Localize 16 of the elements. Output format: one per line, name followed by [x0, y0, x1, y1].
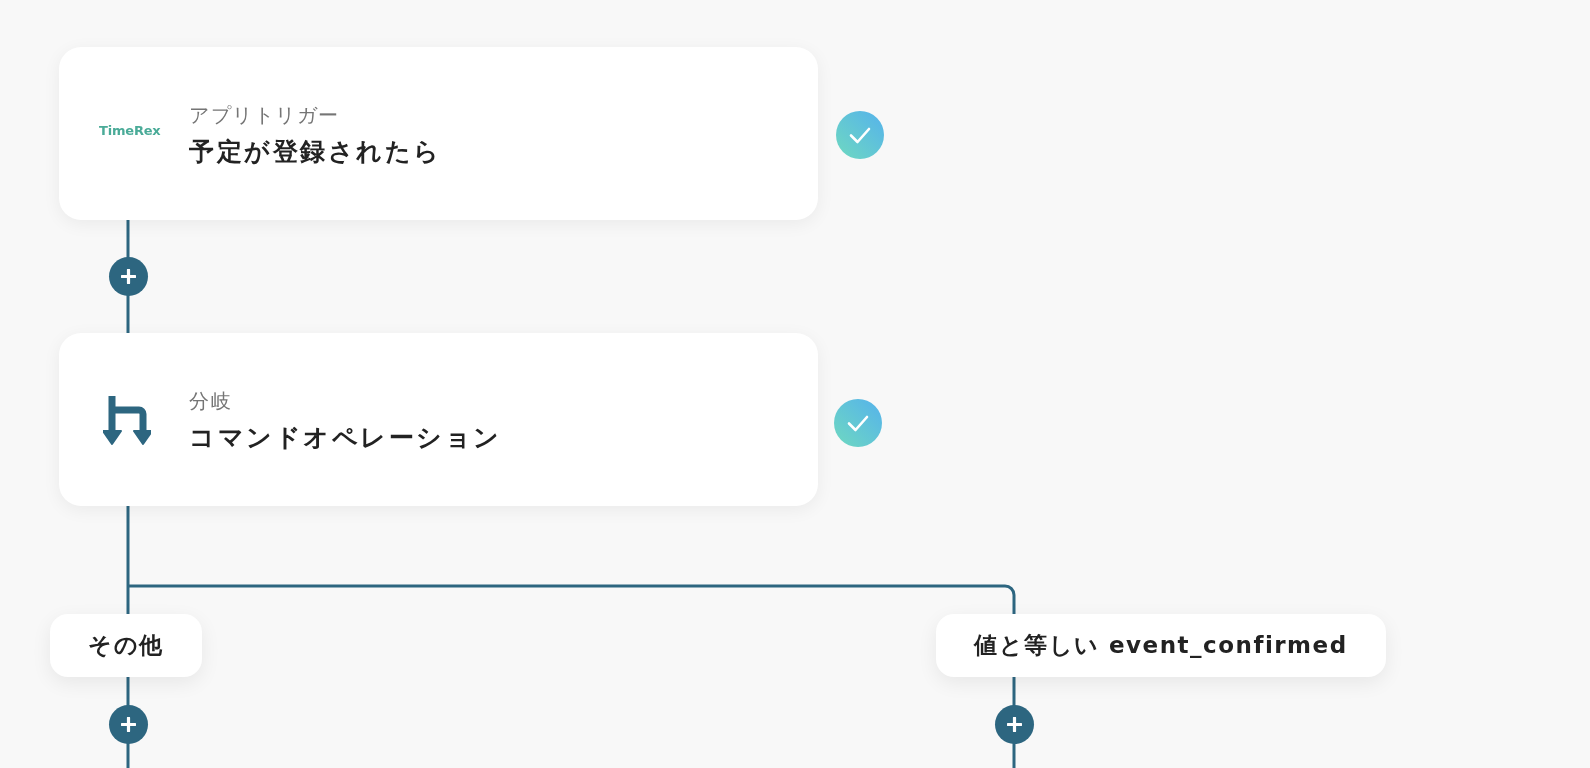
step-card[interactable]: TimeRex アプリトリガー 予定が登録されたら — [59, 47, 818, 220]
plus-icon — [120, 268, 136, 284]
branch-arrows-icon — [103, 393, 151, 446]
step-title: コマンドオペレーション — [189, 421, 502, 454]
step-title: 予定が登録されたら — [189, 135, 442, 168]
add-step-button[interactable] — [108, 704, 148, 744]
branch-condition-label[interactable]: 値と等しい event_confirmed — [936, 614, 1386, 677]
step-card[interactable]: 分岐 コマンドオペレーション — [59, 333, 818, 506]
plus-icon — [1006, 716, 1022, 732]
branch-condition-label[interactable]: その他 — [50, 614, 202, 677]
app-logo: TimeRex — [99, 123, 161, 138]
step-category: アプリトリガー — [189, 101, 341, 129]
step-category: 分岐 — [189, 387, 233, 415]
add-step-button[interactable] — [108, 256, 148, 296]
add-step-button[interactable] — [994, 704, 1034, 744]
plus-icon — [120, 716, 136, 732]
